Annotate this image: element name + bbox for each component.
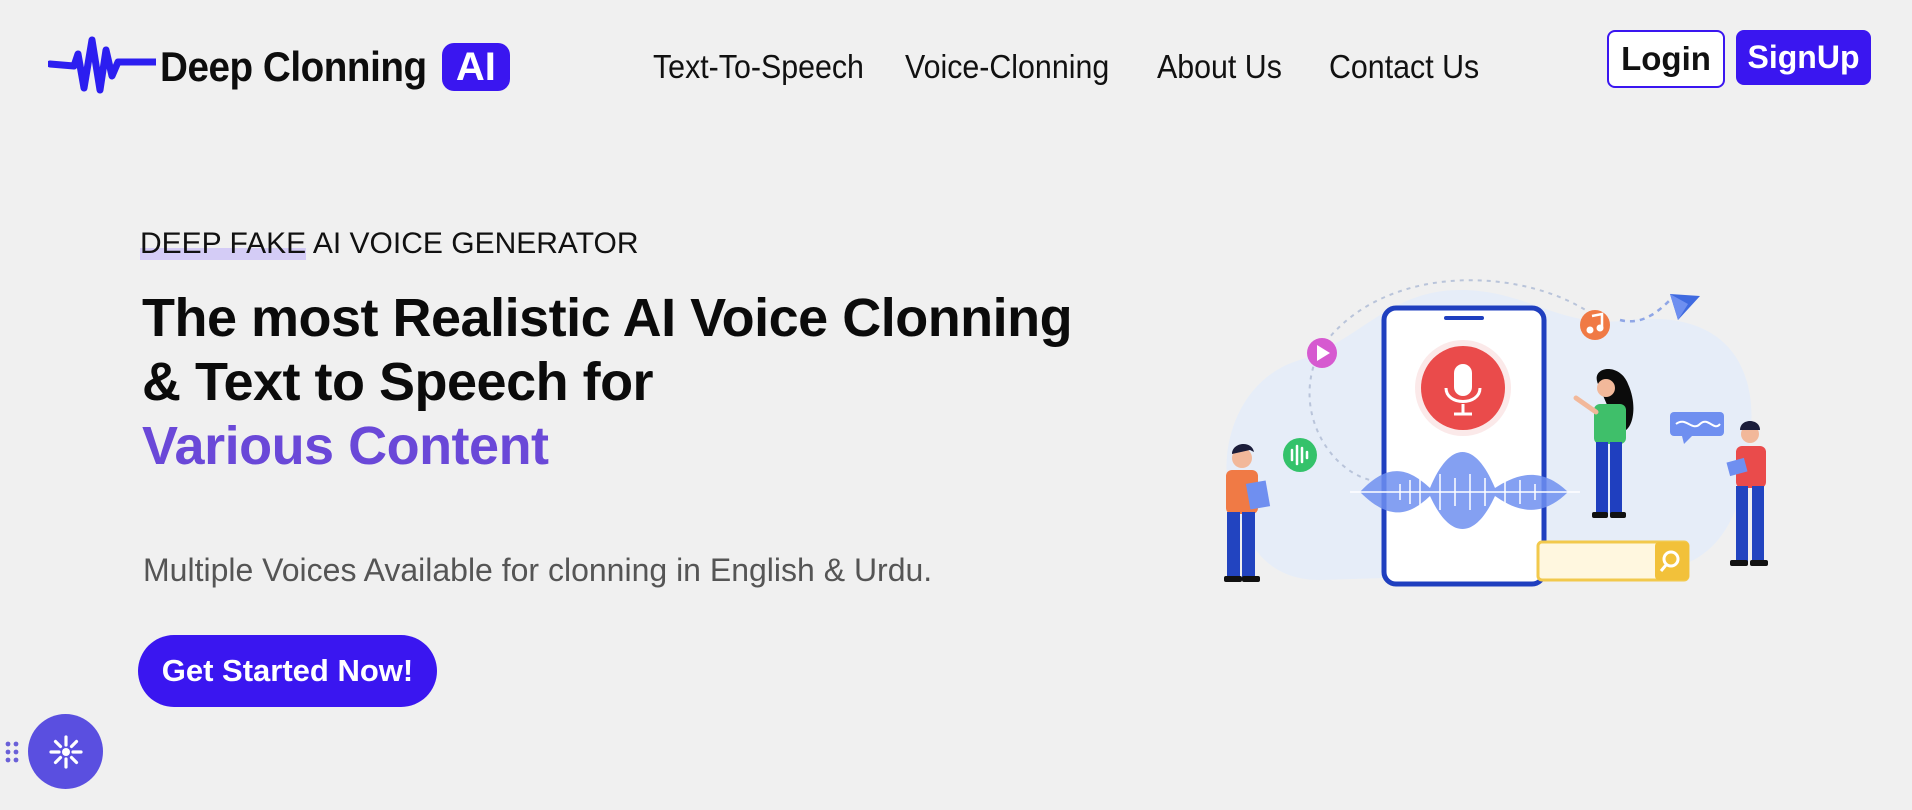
microphone-icon — [1415, 340, 1511, 436]
hero-illustration — [1224, 279, 1768, 587]
site-header: Deep Clonning AI Text-To-Speech Voice-Cl… — [0, 0, 1912, 130]
paper-plane-icon — [1670, 294, 1700, 320]
login-button[interactable]: Login — [1607, 30, 1725, 88]
play-icon — [1307, 338, 1337, 368]
drag-handle-icon[interactable] — [4, 740, 20, 764]
brand-badge: AI — [441, 43, 510, 91]
sparkle-icon — [48, 734, 83, 769]
brand-name: Deep Clonning — [160, 43, 427, 90]
nav-voice-clonning[interactable]: Voice-Clonning — [905, 48, 1109, 86]
headline-line-2: & Text to Speech for — [142, 352, 654, 412]
kicker-rest: AI VOICE GENERATOR — [306, 227, 639, 260]
waveform-logo-icon — [48, 36, 156, 94]
audio-bars-icon — [1283, 438, 1317, 472]
kicker-highlight: DEEP FAKE — [140, 227, 307, 260]
main-nav: Text-To-Speech Voice-Clonning About Us C… — [653, 48, 1531, 86]
nav-about-us[interactable]: About Us — [1157, 48, 1309, 86]
headline-line-1: The most Realistic AI Voice Clonning — [142, 288, 1073, 348]
get-started-button[interactable]: Get Started Now! — [138, 635, 437, 707]
floating-widget-button[interactable] — [28, 714, 103, 789]
hero-kicker: DEEP FAKE AI VOICE GENERATOR — [140, 227, 639, 261]
music-note-icon — [1580, 310, 1610, 340]
search-icon — [1536, 540, 1690, 582]
hero-headline: The most Realistic AI Voice Clonning & T… — [142, 286, 1073, 478]
hero-subtitle: Multiple Voices Available for clonning i… — [143, 552, 933, 588]
headline-accent: Various Content — [142, 416, 549, 476]
nav-text-to-speech[interactable]: Text-To-Speech — [653, 48, 864, 86]
signup-button[interactable]: SignUp — [1736, 30, 1871, 85]
nav-contact-us[interactable]: Contact Us — [1329, 48, 1479, 86]
brand-logo[interactable]: Deep Clonning AI — [48, 32, 510, 102]
